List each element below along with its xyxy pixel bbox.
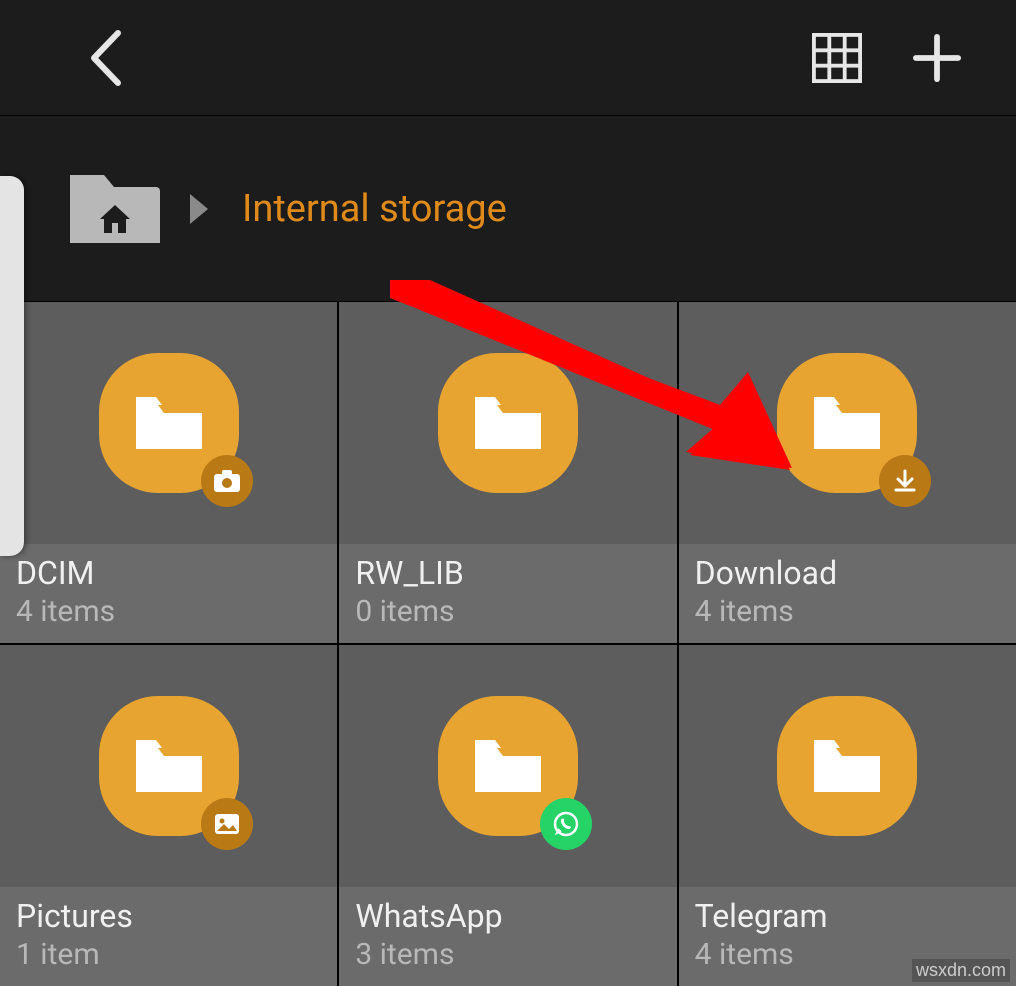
tile-icon-area xyxy=(679,302,1016,544)
tile-icon-area xyxy=(0,645,337,887)
breadcrumb: Internal storage xyxy=(0,116,1016,302)
folder-icon xyxy=(99,353,239,493)
folder-tile-whatsapp[interactable]: WhatsApp 3 items xyxy=(339,645,676,986)
grid-view-icon xyxy=(812,32,862,84)
picture-badge-icon xyxy=(201,798,253,850)
tile-icon-area xyxy=(0,302,337,544)
home-folder-icon xyxy=(66,171,164,247)
tile-name: DCIM xyxy=(16,554,321,592)
folder-icon xyxy=(777,353,917,493)
top-bar xyxy=(0,0,1016,116)
camera-badge-icon xyxy=(201,455,253,507)
tile-sub: 3 items xyxy=(355,937,660,972)
folder-icon xyxy=(99,696,239,836)
tile-name: WhatsApp xyxy=(355,897,660,935)
download-badge-icon xyxy=(879,455,931,507)
tile-icon-area xyxy=(679,645,1016,887)
breadcrumb-current[interactable]: Internal storage xyxy=(242,187,507,231)
folder-icon xyxy=(438,353,578,493)
tile-footer: RW_LIB 0 items xyxy=(339,544,676,643)
chevron-right-icon xyxy=(186,192,212,226)
folder-grid: DCIM 4 items RW_LIB 0 items xyxy=(0,302,1016,986)
tile-sub: 4 items xyxy=(695,594,1000,629)
back-button[interactable] xyxy=(80,33,130,83)
folder-icon xyxy=(777,696,917,836)
tile-icon-area xyxy=(339,302,676,544)
tile-name: Telegram xyxy=(695,897,1000,935)
tile-icon-area xyxy=(339,645,676,887)
folder-icon xyxy=(438,696,578,836)
tile-name: RW_LIB xyxy=(355,554,660,592)
plus-icon xyxy=(912,32,962,84)
tile-sub: 4 items xyxy=(16,594,321,629)
folder-tile-rwlib[interactable]: RW_LIB 0 items xyxy=(339,302,676,643)
back-icon xyxy=(88,29,122,87)
tile-sub: 0 items xyxy=(355,594,660,629)
tile-name: Pictures xyxy=(16,897,321,935)
add-button[interactable] xyxy=(912,33,962,83)
folder-tile-telegram[interactable]: Telegram 4 items xyxy=(679,645,1016,986)
tile-footer: Pictures 1 item xyxy=(0,887,337,986)
folder-tile-download[interactable]: Download 4 items xyxy=(679,302,1016,643)
tile-sub: 1 item xyxy=(16,937,321,972)
tile-footer: WhatsApp 3 items xyxy=(339,887,676,986)
folder-tile-pictures[interactable]: Pictures 1 item xyxy=(0,645,337,986)
whatsapp-badge-icon xyxy=(540,798,592,850)
watermark: wsxdn.com xyxy=(912,959,1010,982)
view-toggle-button[interactable] xyxy=(812,33,862,83)
folder-tile-dcim[interactable]: DCIM 4 items xyxy=(0,302,337,643)
breadcrumb-home-button[interactable] xyxy=(66,171,164,247)
tile-footer: Download 4 items xyxy=(679,544,1016,643)
tile-footer: DCIM 4 items xyxy=(0,544,337,643)
scroll-handle[interactable] xyxy=(0,176,24,556)
tile-name: Download xyxy=(695,554,1000,592)
